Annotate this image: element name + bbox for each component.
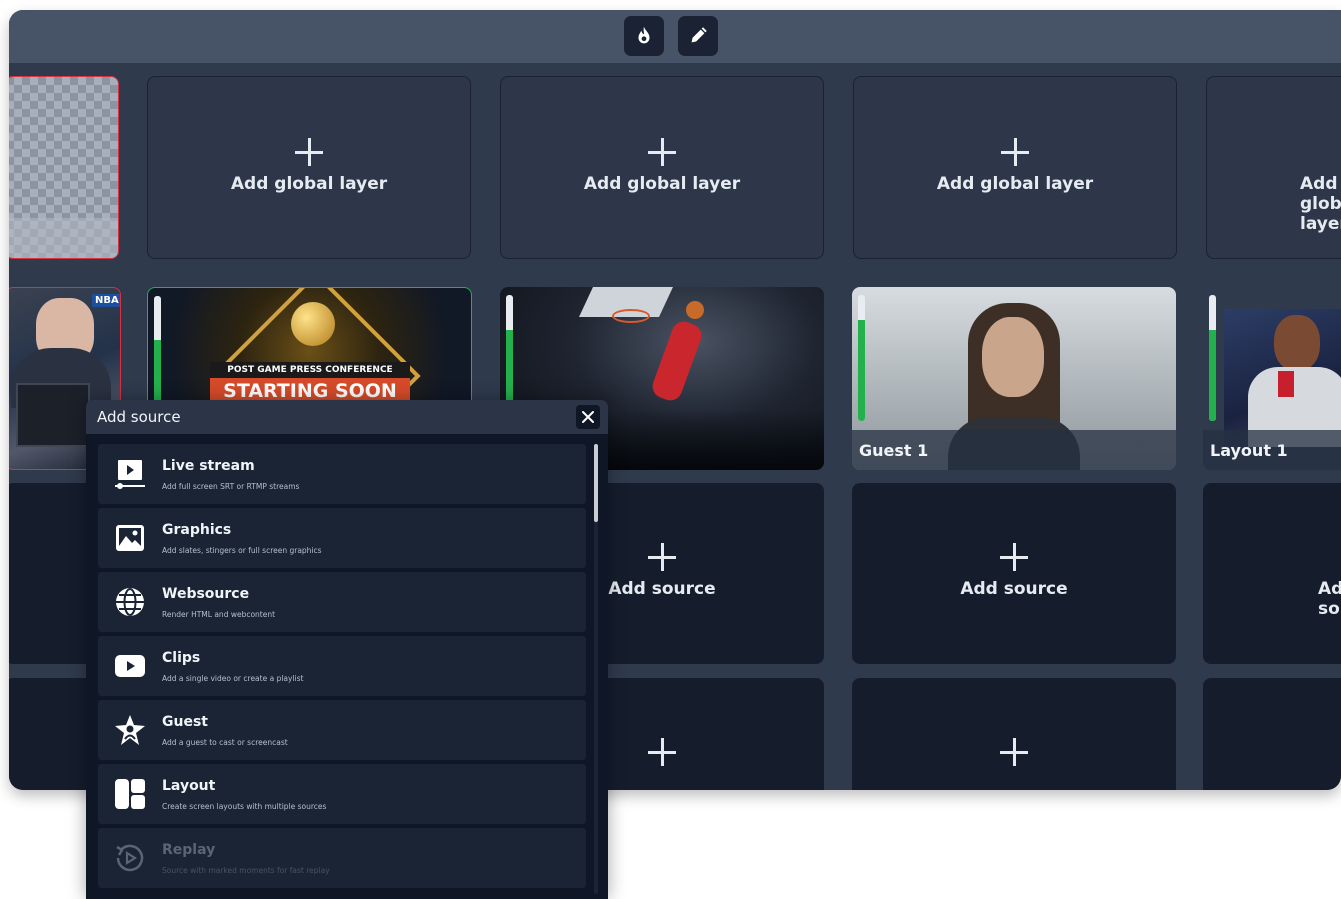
option-description: Add full screen SRT or RTMP streams (162, 482, 300, 491)
plus-icon (648, 543, 676, 571)
add-source-tile[interactable] (1203, 678, 1341, 790)
source-option-graphics[interactable]: Graphics Add slates, stingers or full sc… (98, 508, 586, 568)
audio-meter (1209, 295, 1216, 421)
fire-icon (638, 26, 650, 44)
add-source-dialog: Add source Live stream Add full screen S… (86, 400, 608, 899)
add-global-layer-label: Add global layer (936, 174, 1094, 194)
close-button[interactable] (576, 405, 600, 429)
add-global-layer-label: Add global layer (1300, 174, 1341, 234)
globe-icon (116, 588, 144, 616)
add-source-tile[interactable]: Add source (1203, 483, 1341, 664)
add-source-tile[interactable]: Add source (852, 483, 1176, 664)
plus-icon (1000, 543, 1028, 571)
source-option-clips[interactable]: Clips Add a single video or create a pla… (98, 636, 586, 696)
guest-name-label: Guest 1 (852, 430, 1176, 470)
monitor-shape (16, 383, 90, 447)
press-banner-top: POST GAME PRESS CONFERENCE (210, 362, 410, 378)
option-name: Graphics (162, 522, 232, 538)
add-global-layer-tile[interactable]: Add global layer (147, 76, 471, 259)
guest-star-icon (115, 715, 145, 745)
plus-icon (648, 138, 676, 166)
hoop-shape (612, 309, 650, 323)
layer-label-bar (9, 218, 118, 258)
scrollbar-thumb[interactable] (594, 444, 598, 522)
source-layout-1[interactable]: Layout 1 (1203, 287, 1341, 470)
trophy-ball (291, 302, 335, 346)
audio-meter-fill (1209, 330, 1216, 421)
source-guest-1[interactable]: Guest 1 (852, 287, 1176, 470)
option-description: Add a guest to cast or screencast (162, 738, 288, 747)
dialog-title: Add source (97, 408, 181, 426)
dialog-header: Add source (86, 400, 608, 434)
add-global-layer-tile[interactable]: Add global layer (1206, 76, 1341, 259)
pencil-icon (691, 27, 707, 43)
layout-preview (1224, 309, 1341, 447)
plus-icon (648, 738, 676, 766)
plus-icon (1001, 138, 1029, 166)
replay-icon (116, 844, 144, 872)
option-name: Live stream (162, 458, 255, 474)
source-option-replay: Replay Source with marked moments for fa… (98, 828, 586, 888)
nba-logo: NBA (92, 294, 120, 307)
option-description: Add slates, stingers or full screen grap… (162, 546, 322, 555)
option-description: Create screen layouts with multiple sour… (162, 802, 327, 811)
fire-button[interactable] (624, 16, 664, 56)
option-description: Render HTML and webcontent (162, 610, 276, 619)
option-name: Guest (162, 714, 208, 730)
add-global-layer-label: Add global layer (583, 174, 741, 194)
source-option-live-stream[interactable]: Live stream Add full screen SRT or RTMP … (98, 444, 586, 504)
plus-icon (295, 138, 323, 166)
edit-button[interactable] (678, 16, 718, 56)
add-global-layer-tile[interactable]: Add global layer (853, 76, 1177, 259)
audio-meter-fill (858, 320, 865, 421)
dialog-scrollbar[interactable] (594, 444, 598, 894)
global-layer-transparent[interactable] (9, 76, 119, 259)
source-option-layout[interactable]: Layout Create screen layouts with multip… (98, 764, 586, 824)
plus-icon (1000, 738, 1028, 766)
add-source-label: Add source (1318, 579, 1341, 619)
audio-meter (858, 295, 865, 421)
add-global-layer-label: Add global layer (230, 174, 388, 194)
source-option-guest[interactable]: Guest Add a guest to cast or screencast (98, 700, 586, 760)
microphone-shape (1278, 371, 1294, 397)
face-shape (982, 317, 1044, 397)
image-icon (116, 525, 144, 551)
option-name: Layout (162, 778, 216, 794)
add-global-layer-tile[interactable]: Add global layer (500, 76, 824, 259)
close-icon (582, 411, 594, 423)
live-stream-icon (115, 460, 145, 489)
layout-name-label: Layout 1 (1203, 430, 1341, 470)
add-source-tile[interactable] (852, 678, 1176, 790)
option-name: Replay (162, 842, 216, 858)
option-name: Websource (162, 586, 250, 602)
option-description: Source with marked moments for fast repl… (162, 866, 330, 875)
video-clip-icon (115, 655, 145, 677)
layout-icon (115, 779, 145, 809)
source-option-websource[interactable]: Websource Render HTML and webcontent (98, 572, 586, 632)
ball-shape (686, 301, 704, 319)
option-description: Add a single video or create a playlist (162, 674, 304, 683)
top-toolbar (9, 10, 1341, 63)
add-source-label: Add source (960, 579, 1068, 599)
player-shape (649, 318, 705, 404)
option-name: Clips (162, 650, 201, 666)
person-shape (1274, 315, 1320, 371)
